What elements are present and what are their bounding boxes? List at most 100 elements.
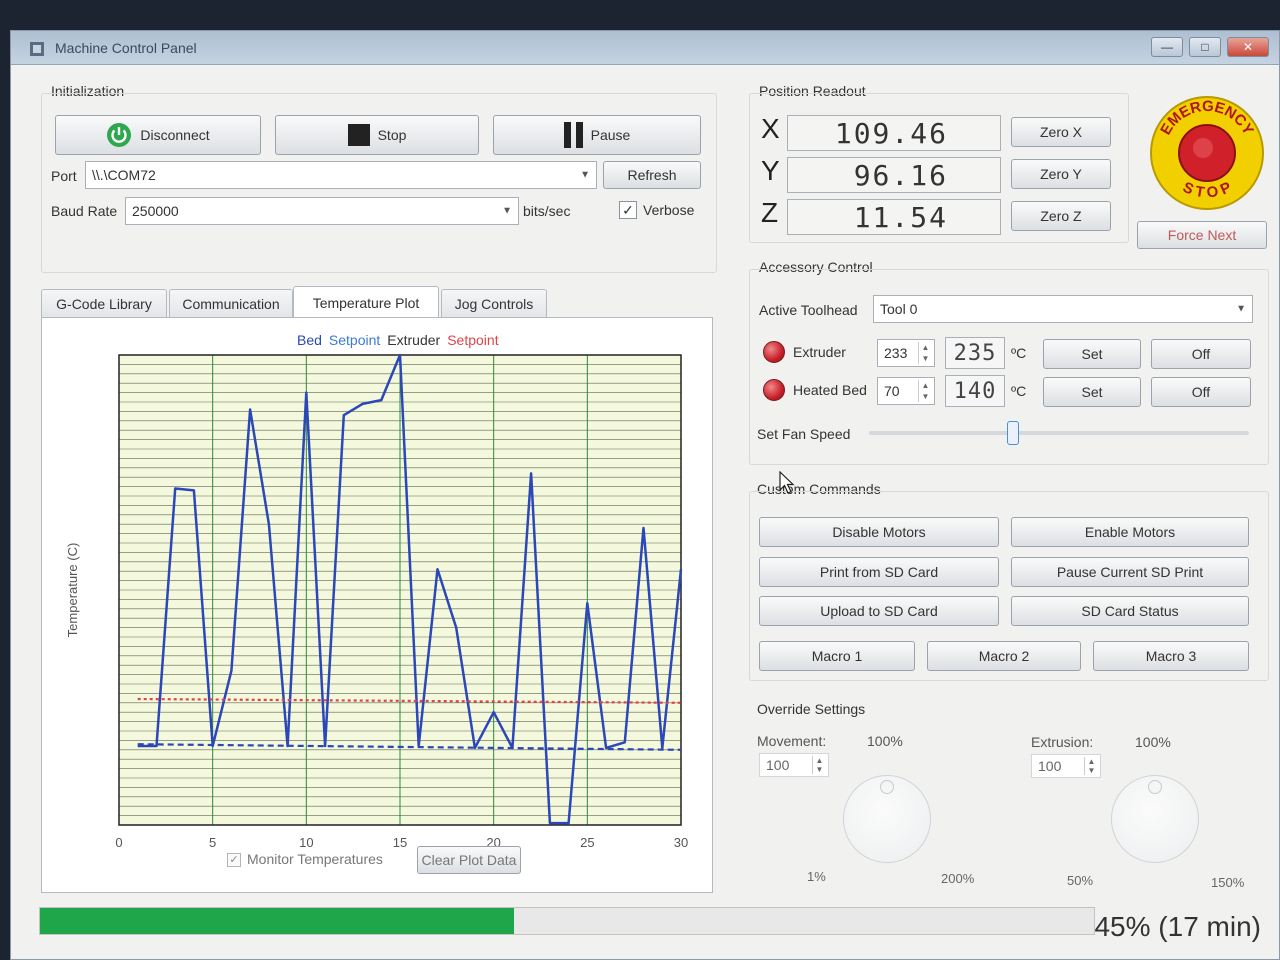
active-toolhead-label: Active Toolhead bbox=[759, 302, 858, 318]
position-y-value: 96.16 bbox=[787, 157, 1001, 193]
baud-unit: bits/sec bbox=[523, 203, 571, 219]
disconnect-button[interactable]: Disconnect bbox=[55, 115, 261, 155]
print-from-sd-label: Print from SD Card bbox=[819, 564, 939, 580]
heated-bed-unit: ºC bbox=[1011, 383, 1027, 399]
x-tick-label: 0 bbox=[115, 835, 122, 850]
chevron-down-icon: ▼ bbox=[580, 169, 590, 181]
zero-z-button[interactable]: Zero Z bbox=[1011, 201, 1111, 231]
force-next-button[interactable]: Force Next bbox=[1137, 221, 1267, 249]
pause-icon bbox=[563, 122, 583, 148]
zero-x-button[interactable]: Zero X bbox=[1011, 117, 1111, 147]
pause-sd-print-button[interactable]: Pause Current SD Print bbox=[1011, 557, 1249, 587]
stop-button[interactable]: Stop bbox=[275, 115, 479, 155]
sd-card-status-button[interactable]: SD Card Status bbox=[1011, 596, 1249, 626]
temperature-chart: 051015202530BedSetpointExtruderSetpointS… bbox=[65, 332, 688, 850]
fan-speed-label: Set Fan Speed bbox=[757, 426, 851, 442]
spin-arrows-icon: ▲ ▼ bbox=[918, 342, 932, 364]
pause-button[interactable]: Pause bbox=[493, 115, 701, 155]
chevron-down-icon: ▼ bbox=[502, 205, 512, 217]
legend-entry: Extruder bbox=[387, 332, 440, 348]
port-value: \\.\COM72 bbox=[92, 167, 156, 183]
enable-motors-button[interactable]: Enable Motors bbox=[1011, 517, 1249, 547]
override-settings-label: Override Settings bbox=[757, 701, 866, 717]
baud-rate-combo[interactable]: 250000 ▼ bbox=[125, 197, 519, 225]
refresh-label: Refresh bbox=[627, 167, 677, 183]
heated-bed-target-spinbox[interactable]: 70 ▲ ▼ bbox=[877, 377, 935, 405]
x-tick-label: 30 bbox=[674, 835, 688, 850]
axis-label-x: X bbox=[761, 113, 780, 144]
extruder-set-button[interactable]: Set bbox=[1043, 339, 1141, 369]
close-button[interactable]: ✕ bbox=[1227, 37, 1269, 57]
clear-plot-data-button[interactable]: Clear Plot Data bbox=[417, 846, 521, 874]
spin-arrows-icon: ▲ ▼ bbox=[812, 756, 826, 774]
print-progress-bar bbox=[39, 907, 1095, 935]
verbose-checkbox[interactable]: ✓ bbox=[619, 201, 637, 219]
x-tick-label: 5 bbox=[209, 835, 216, 850]
macro-2-label: Macro 2 bbox=[978, 648, 1030, 664]
stop-label: Stop bbox=[377, 127, 407, 143]
tab-communication[interactable]: Communication bbox=[169, 289, 293, 317]
print-from-sd-button[interactable]: Print from SD Card bbox=[759, 557, 999, 587]
extrusion-label: Extrusion: bbox=[1031, 734, 1094, 750]
minimize-button[interactable]: — bbox=[1151, 37, 1183, 57]
stop-icon bbox=[347, 124, 370, 146]
spin-arrows-icon: ▲ ▼ bbox=[1084, 757, 1098, 775]
heated-bed-set-label: Set bbox=[1081, 384, 1103, 400]
extrusion-spinbox[interactable]: 100 ▲ ▼ bbox=[1031, 754, 1101, 778]
spin-arrows-icon: ▲ ▼ bbox=[918, 380, 932, 402]
axis-label-y: Y bbox=[761, 155, 780, 186]
upload-to-sd-button[interactable]: Upload to SD Card bbox=[759, 596, 999, 626]
port-combo[interactable]: \\.\COM72 ▼ bbox=[85, 161, 597, 189]
heated-bed-current-temp: 140 bbox=[945, 375, 1005, 407]
movement-max-label: 200% bbox=[941, 871, 975, 886]
pause-sd-print-label: Pause Current SD Print bbox=[1056, 564, 1204, 580]
extruder-target-value: 233 bbox=[884, 345, 908, 361]
extruder-current-temp: 235 bbox=[945, 337, 1005, 369]
movement-dial[interactable] bbox=[843, 775, 931, 863]
verbose-label: Verbose bbox=[643, 202, 695, 218]
extruder-target-spinbox[interactable]: 233 ▲ ▼ bbox=[877, 339, 935, 367]
zero-y-button[interactable]: Zero Y bbox=[1011, 159, 1111, 189]
main-window: Machine Control Panel — □ ✕ Initializati… bbox=[10, 30, 1280, 960]
fan-speed-slider[interactable] bbox=[869, 421, 1249, 445]
disconnect-label: Disconnect bbox=[140, 127, 210, 143]
movement-percent: 100% bbox=[867, 733, 903, 749]
macro-1-button[interactable]: Macro 1 bbox=[759, 641, 915, 671]
legend-entry: Setpoint bbox=[329, 332, 380, 348]
port-label: Port bbox=[51, 168, 77, 184]
x-tick-label: 25 bbox=[580, 835, 594, 850]
extrusion-percent: 100% bbox=[1135, 734, 1171, 750]
tab-jog-controls[interactable]: Jog Controls bbox=[441, 289, 547, 317]
print-progress-fill bbox=[40, 908, 515, 934]
zero-z-label: Zero Z bbox=[1040, 208, 1082, 224]
monitor-temperatures-checkbox[interactable]: ✓ bbox=[227, 853, 241, 867]
fan-speed-handle[interactable] bbox=[1007, 421, 1020, 445]
x-tick-label: 15 bbox=[393, 835, 407, 850]
maximize-button[interactable]: □ bbox=[1189, 37, 1221, 57]
upload-to-sd-label: Upload to SD Card bbox=[820, 603, 938, 619]
zero-y-label: Zero Y bbox=[1040, 166, 1082, 182]
extrusion-dial[interactable] bbox=[1111, 775, 1199, 863]
tab-label: Communication bbox=[182, 295, 280, 312]
tab-label: G-Code Library bbox=[56, 295, 152, 312]
refresh-button[interactable]: Refresh bbox=[603, 161, 701, 189]
heated-bed-off-label: Off bbox=[1191, 384, 1211, 400]
enable-motors-label: Enable Motors bbox=[1084, 524, 1176, 540]
disable-motors-button[interactable]: Disable Motors bbox=[759, 517, 999, 547]
baud-rate-value: 250000 bbox=[132, 203, 179, 219]
heated-bed-off-button[interactable]: Off bbox=[1151, 377, 1251, 407]
heated-bed-set-button[interactable]: Set bbox=[1043, 377, 1141, 407]
macro-3-button[interactable]: Macro 3 bbox=[1093, 641, 1249, 671]
tab-temperature-plot[interactable]: Temperature Plot bbox=[293, 286, 439, 318]
extruder-off-button[interactable]: Off bbox=[1151, 339, 1251, 369]
heated-bed-status-led bbox=[763, 379, 785, 401]
tab-gcode-library[interactable]: G-Code Library bbox=[41, 289, 167, 317]
macro-2-button[interactable]: Macro 2 bbox=[927, 641, 1081, 671]
extrusion-value: 100 bbox=[1038, 758, 1062, 774]
tab-label: Temperature Plot bbox=[312, 294, 420, 311]
emergency-stop-button[interactable]: EMERGENCY STOP bbox=[1147, 93, 1267, 213]
dial-indicator bbox=[880, 780, 894, 794]
movement-spinbox[interactable]: 100 ▲ ▼ bbox=[759, 753, 829, 777]
active-toolhead-combo[interactable]: Tool 0 ▼ bbox=[873, 295, 1253, 323]
extruder-off-label: Off bbox=[1191, 346, 1211, 362]
